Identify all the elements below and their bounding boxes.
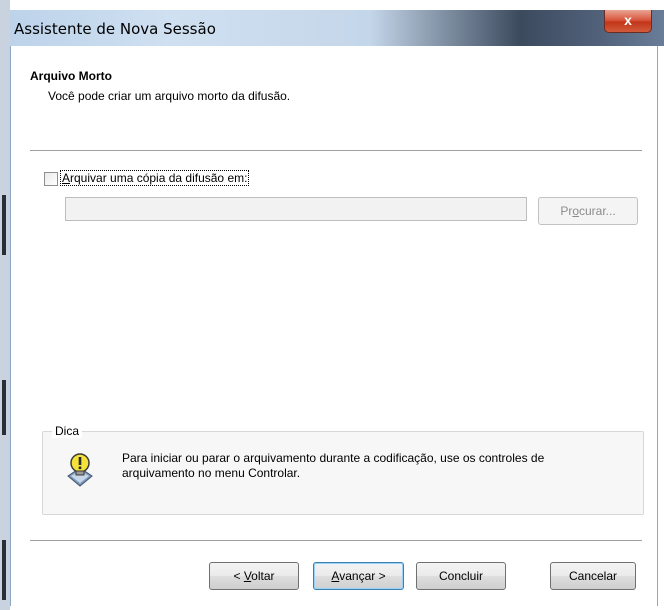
lightbulb-tip-icon <box>67 453 93 487</box>
archive-path-input[interactable] <box>65 197 527 221</box>
page-title: Arquivo Morto <box>30 69 112 83</box>
title-bar[interactable]: Assistente de Nova Sessão x <box>10 10 664 46</box>
access-key-a: A <box>62 171 71 185</box>
archive-checkbox[interactable] <box>44 172 58 186</box>
tip-text: Para iniciar ou parar o arquivamento dur… <box>122 451 545 480</box>
tip-title: Dica <box>52 424 83 438</box>
cancel-button[interactable]: Cancelar <box>550 562 636 590</box>
footer-divider <box>30 540 642 542</box>
next-button[interactable]: Avançar > <box>313 562 404 590</box>
browse-button[interactable]: Procurar... <box>538 197 638 225</box>
dialog-body <box>10 46 658 606</box>
window-left-edge <box>0 0 10 610</box>
window-title: Assistente de Nova Sessão <box>14 20 216 38</box>
close-button[interactable]: x <box>604 10 652 33</box>
page-subtitle: Você pode criar um arquivo morto da difu… <box>48 89 291 103</box>
archive-checkbox-label[interactable]: Arquivar uma cópia da difusão em: <box>59 170 250 186</box>
header-divider <box>30 150 642 152</box>
finish-button[interactable]: Concluir <box>416 562 506 590</box>
back-button[interactable]: < Voltar <box>209 562 299 590</box>
archive-checkbox-label-text: rquivar uma cópia da difusão em: <box>70 171 248 185</box>
